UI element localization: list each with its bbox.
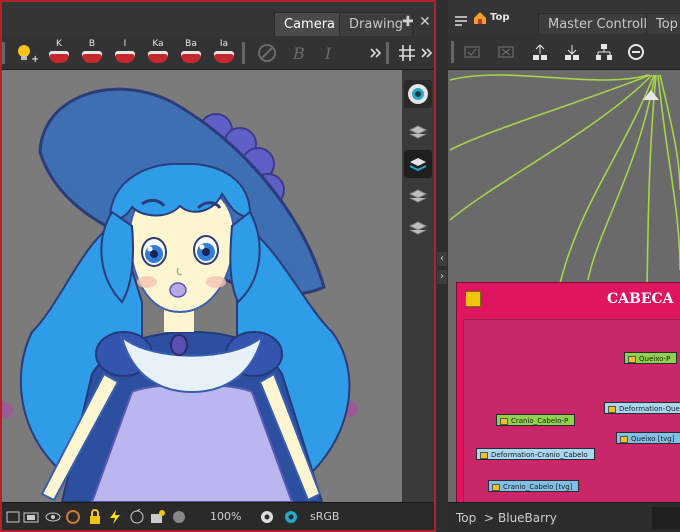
- zoom-fit-icon[interactable]: [626, 42, 646, 62]
- node-view-top-label: Top: [490, 12, 510, 23]
- svg-text:B: B: [292, 44, 305, 63]
- add-view-icon[interactable]: ✚: [402, 14, 414, 30]
- breadcrumb-separator: >: [484, 511, 495, 525]
- node-cranio-cabelo-peg[interactable]: Cranio_Cabelo-P: [496, 414, 576, 426]
- node-cranio-cabelo-drawing[interactable]: Cranio_Cabelo [tvg]: [488, 480, 580, 492]
- menu-grid-icon[interactable]: [4, 508, 22, 526]
- node-canvas[interactable]: CABECA Queixo-P Deformation-Queixo Queix…: [448, 70, 680, 502]
- panel-menu-icon[interactable]: [454, 12, 468, 26]
- mouth-ba-button[interactable]: Ba: [178, 39, 204, 63]
- line-art-layer-icon[interactable]: [404, 150, 432, 178]
- app-window: Camera Drawing ✚ ✕ + K B: [0, 0, 680, 532]
- node-view-panel: Top Master Controller Top CABECA Queixo-…: [448, 0, 680, 532]
- backdrop-cabeca[interactable]: CABECA: [456, 282, 680, 502]
- toolbar-separator: [242, 42, 245, 64]
- node-queixo-drawing[interactable]: Queixo [tvg]: [616, 432, 680, 444]
- svg-text:+: +: [31, 54, 38, 65]
- lock-icon[interactable]: [86, 508, 104, 526]
- home-icon[interactable]: [472, 10, 488, 26]
- grid-icon[interactable]: [396, 40, 422, 66]
- render-icon[interactable]: [170, 508, 188, 526]
- tab-top[interactable]: Top: [646, 13, 680, 34]
- node-deformation-cranio-cabelo[interactable]: Deformation-Cranio_Cabelo: [476, 448, 595, 460]
- pot-icon: [49, 51, 69, 63]
- zoom-level[interactable]: 100%: [210, 510, 241, 523]
- camera-viewport[interactable]: [2, 70, 402, 502]
- camera-toolbar: + K B I Ka Ba: [2, 36, 434, 70]
- toolbar-grip: [451, 41, 454, 63]
- collapse-right-icon[interactable]: ›: [437, 270, 447, 284]
- italic-icon[interactable]: I: [316, 40, 342, 66]
- chevron-more-icon[interactable]: [368, 40, 394, 66]
- toolbar-separator: [386, 42, 389, 64]
- character-drawing: [2, 87, 358, 502]
- collapse-left-icon[interactable]: ‹: [437, 252, 447, 266]
- node-queixo-peg[interactable]: Queixo-P: [624, 352, 678, 364]
- preview-eye-icon[interactable]: [44, 508, 62, 526]
- node-breadcrumb-bar: Top > BlueBarry: [448, 502, 680, 532]
- breadcrumb-bluebarry[interactable]: BlueBarry: [498, 511, 557, 525]
- close-icon[interactable]: ✕: [419, 14, 431, 30]
- bold-icon[interactable]: B: [286, 40, 312, 66]
- lightbulb-icon[interactable]: +: [12, 40, 39, 66]
- viewport-sidebar: [402, 70, 434, 502]
- mouth-ia-button[interactable]: Ia: [211, 39, 237, 63]
- color-gear-icon[interactable]: [282, 508, 300, 526]
- mouth-i-button[interactable]: I: [112, 39, 138, 63]
- move-up-icon[interactable]: [530, 42, 550, 62]
- pot-icon: [148, 51, 168, 63]
- camera-lock-icon[interactable]: [148, 508, 166, 526]
- lightning-icon[interactable]: [106, 508, 124, 526]
- mouth-b-button[interactable]: B: [79, 39, 105, 63]
- node-deformation-queixo[interactable]: Deformation-Queixo: [604, 402, 680, 414]
- camera-statusbar: 100% sRGB: [2, 502, 434, 530]
- overlay-layer-icon[interactable]: [404, 118, 432, 146]
- tab-camera[interactable]: Camera: [274, 12, 346, 36]
- camera-view-panel: Camera Drawing ✚ ✕ + K B: [0, 0, 436, 532]
- rotate-view-icon[interactable]: [128, 508, 146, 526]
- color-art-layer-icon[interactable]: [404, 182, 432, 210]
- pot-icon: [181, 51, 201, 63]
- chevron-more-icon[interactable]: [420, 40, 434, 66]
- color-space-select[interactable]: sRGB: [310, 510, 339, 523]
- breadcrumb-top[interactable]: Top: [456, 511, 476, 525]
- panel-splitter[interactable]: ‹ ›: [436, 0, 448, 532]
- shape-icon[interactable]: [254, 40, 280, 66]
- navigator-field[interactable]: [652, 507, 680, 529]
- pot-icon: [214, 51, 234, 63]
- group-nodes-icon[interactable]: [594, 42, 614, 62]
- mouth-ia-label: Ia: [219, 39, 229, 49]
- mouth-ka-label: Ka: [152, 39, 164, 49]
- mouth-k-button[interactable]: K: [46, 39, 72, 63]
- enable-node-icon[interactable]: [462, 42, 482, 62]
- mouth-k-label: K: [56, 39, 62, 49]
- node-toolbar: [448, 34, 680, 70]
- move-down-icon[interactable]: [562, 42, 582, 62]
- pot-icon: [115, 51, 135, 63]
- mouth-ka-button[interactable]: Ka: [145, 39, 171, 63]
- settings-gear-icon[interactable]: [258, 508, 276, 526]
- mouth-b-label: B: [88, 39, 96, 49]
- mouth-ba-label: Ba: [185, 39, 197, 49]
- svg-text:I: I: [324, 44, 332, 63]
- disable-node-icon[interactable]: [496, 42, 516, 62]
- underlay-layer-icon[interactable]: [404, 214, 432, 242]
- safe-area-icon[interactable]: [22, 508, 40, 526]
- pot-icon: [82, 51, 102, 63]
- toolbar-grip: [2, 42, 5, 64]
- eye-icon[interactable]: [404, 80, 432, 108]
- mouth-i-label: I: [123, 39, 127, 49]
- node-tabbar: Top Master Controller Top: [448, 0, 680, 34]
- backdrop-color-swatch[interactable]: [465, 291, 481, 307]
- backdrop-title: CABECA: [607, 291, 674, 307]
- onion-skin-icon[interactable]: [64, 508, 82, 526]
- camera-tabbar: Camera Drawing ✚ ✕: [2, 2, 434, 36]
